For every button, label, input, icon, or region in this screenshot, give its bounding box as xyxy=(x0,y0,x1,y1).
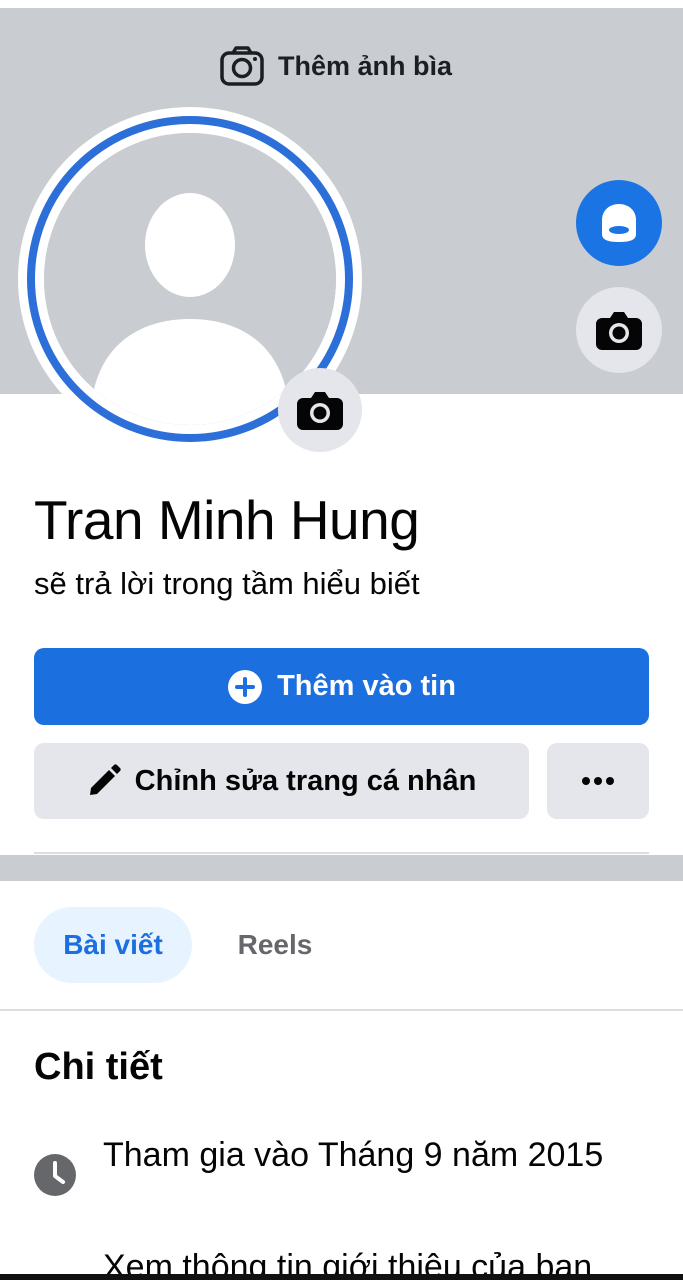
camera-icon xyxy=(596,312,642,350)
divider xyxy=(34,852,649,854)
camera-icon xyxy=(297,392,343,430)
add-cover-photo-label: Thêm ảnh bìa xyxy=(278,50,453,81)
avatar-shortcut-button[interactable] xyxy=(576,180,662,266)
more-dots-icon xyxy=(582,777,614,785)
avatar-shortcut-icon xyxy=(602,204,636,242)
joined-date: Tham gia vào Tháng 9 năm 2015 xyxy=(103,1136,604,1174)
see-about-info-label: Xem thông tin giới thiệu của bạn xyxy=(103,1248,593,1274)
edit-profile-label: Chỉnh sửa trang cá nhân xyxy=(134,764,477,797)
clock-icon xyxy=(34,1154,76,1196)
add-to-story-label: Thêm vào tin xyxy=(277,670,456,702)
change-avatar-button[interactable] xyxy=(278,368,362,452)
edit-profile-button[interactable]: Chỉnh sửa trang cá nhân xyxy=(34,743,529,819)
bottom-edge xyxy=(0,1274,683,1280)
see-about-info-link[interactable]: Xem thông tin giới thiệu của bạn xyxy=(103,1226,663,1274)
more-options-button[interactable] xyxy=(547,743,649,819)
tab-reels[interactable]: Reels xyxy=(220,907,330,983)
camera-outline-icon xyxy=(220,46,264,86)
add-to-story-button[interactable]: Thêm vào tin xyxy=(34,648,649,725)
section-separator xyxy=(0,855,683,881)
add-cover-photo-button[interactable]: Thêm ảnh bìa xyxy=(220,44,452,88)
profile-name: Tran Minh Hung xyxy=(34,489,420,551)
status-strip xyxy=(0,0,683,8)
details-title: Chi tiết xyxy=(34,1046,163,1088)
pencil-icon xyxy=(89,764,121,795)
tab-posts[interactable]: Bài viết xyxy=(34,907,192,983)
plus-circle-icon xyxy=(228,669,263,704)
divider xyxy=(0,1009,683,1011)
profile-bio: sẽ trả lời trong tầm hiểu biết xyxy=(34,566,420,601)
edit-cover-photo-button[interactable] xyxy=(576,287,662,373)
